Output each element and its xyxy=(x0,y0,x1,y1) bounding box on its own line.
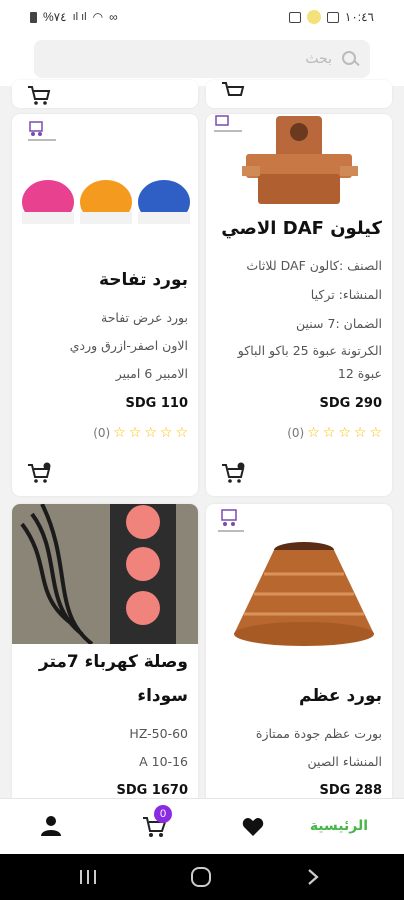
cart-count-badge: 0 xyxy=(154,805,172,823)
bottom-nav: الرئيسية 0 xyxy=(0,798,404,854)
rating-count: (0) xyxy=(287,426,305,440)
product-desc: بورت عظم جودة ممتازة xyxy=(255,726,382,741)
star-icon: ☆ xyxy=(113,425,126,441)
product-desc: بورد عرض تفاحة xyxy=(101,310,188,325)
profile-icon[interactable] xyxy=(40,815,62,837)
product-card-partial-right[interactable] xyxy=(206,80,392,108)
product-desc: عبوة 12 xyxy=(337,366,382,381)
rating-count: (0) xyxy=(93,426,111,440)
product-card[interactable]: بورد تفاحة بورد عرض تفاحة الاون اصفر-ازر… xyxy=(12,114,198,496)
add-to-cart-icon[interactable] xyxy=(26,462,52,484)
system-nav-bar xyxy=(0,854,404,900)
product-desc: المنشاء الصين xyxy=(307,754,383,769)
battery-percent: %٧٤ xyxy=(43,10,67,24)
notification-icon xyxy=(288,11,301,23)
clock: ١٠:٤٦ xyxy=(344,10,374,24)
product-price: SDG 290 xyxy=(319,396,383,411)
search-bar: بحث xyxy=(0,36,404,86)
status-bar: %٧٤ ıl ıl ◠ ∞ ١٠:٤٦ xyxy=(0,0,404,36)
product-desc: المنشاء: تركيا xyxy=(310,287,382,302)
star-icon: ☆ xyxy=(353,425,367,441)
home-circle-icon[interactable] xyxy=(190,866,212,888)
star-icon: ☆ xyxy=(128,425,142,441)
product-price: SDG 288 xyxy=(319,783,383,798)
back-chevron-icon[interactable] xyxy=(306,868,320,886)
product-desc: الضمان :7 سنين xyxy=(296,316,382,331)
signal-icon: ıl ıl xyxy=(72,11,87,23)
product-card[interactable]: وصلة كهرباء 7متر سوداء HZ-50-60 A 10-16 … xyxy=(12,504,198,804)
product-desc: HZ-50-60 xyxy=(129,726,188,741)
favorites-heart-icon[interactable] xyxy=(242,817,264,837)
add-to-cart-icon[interactable] xyxy=(26,84,52,106)
recent-apps-icon[interactable] xyxy=(78,868,98,886)
app-notification-icon xyxy=(306,10,321,24)
product-title: بورد تفاحة xyxy=(98,270,188,290)
search-icon[interactable] xyxy=(340,49,360,69)
star-icon: ☆ xyxy=(307,425,320,441)
status-right: ١٠:٤٦ xyxy=(288,10,374,24)
product-image xyxy=(22,180,190,224)
product-title: كيلون DAF الاصي xyxy=(221,218,382,239)
product-title: وصلة كهرباء 7متر xyxy=(38,652,188,672)
product-desc: الصنف :كالون DAF للاثاث xyxy=(246,258,382,273)
search-input[interactable]: بحث xyxy=(34,40,370,78)
star-icon: ☆ xyxy=(322,425,336,441)
rating: (0) ☆ ☆ ☆ ☆ ☆ xyxy=(93,426,188,440)
product-card[interactable]: بورد عظم بورت عظم جودة ممتازة المنشاء ال… xyxy=(206,504,392,804)
add-to-cart-icon[interactable] xyxy=(220,462,246,484)
rating: (0) ☆ ☆ ☆ ☆ ☆ xyxy=(287,426,382,440)
product-image xyxy=(242,116,358,204)
star-icon: ☆ xyxy=(369,425,382,441)
product-desc: الامبير 6 امبير xyxy=(115,366,188,381)
add-to-cart-icon[interactable] xyxy=(220,80,246,102)
star-icon: ☆ xyxy=(159,425,173,441)
star-icon: ☆ xyxy=(338,425,351,441)
product-image xyxy=(234,542,374,646)
product-desc: الاون اصفر-ازرق وردي xyxy=(69,338,188,353)
brand-logo xyxy=(28,121,56,141)
product-card[interactable]: كيلون DAF الاصي الصنف :كالون DAF للاثاث … xyxy=(206,114,392,496)
nav-home[interactable]: الرئيسية xyxy=(310,818,368,834)
product-card-partial-left[interactable] xyxy=(12,80,198,108)
star-icon: ☆ xyxy=(175,425,188,441)
product-desc: A 10-16 xyxy=(139,754,188,769)
product-price: SDG 1670 xyxy=(116,783,188,798)
product-desc: الكرتونة عبوة 25 باكو الباكو xyxy=(237,343,382,358)
nav-cart[interactable]: 0 xyxy=(142,805,172,839)
battery-icon xyxy=(30,11,37,23)
product-title: بورد عظم xyxy=(299,686,382,706)
wifi-icon: ◠ xyxy=(92,10,104,24)
product-title-line2: سوداء xyxy=(137,686,188,706)
status-left: %٧٤ ıl ıl ◠ ∞ xyxy=(30,10,118,24)
product-price: SDG 110 xyxy=(125,396,189,411)
search-placeholder: بحث xyxy=(305,51,332,67)
link-icon: ∞ xyxy=(109,10,118,24)
star-icon: ☆ xyxy=(144,425,157,441)
product-image xyxy=(12,504,198,644)
gallery-icon xyxy=(326,11,339,23)
